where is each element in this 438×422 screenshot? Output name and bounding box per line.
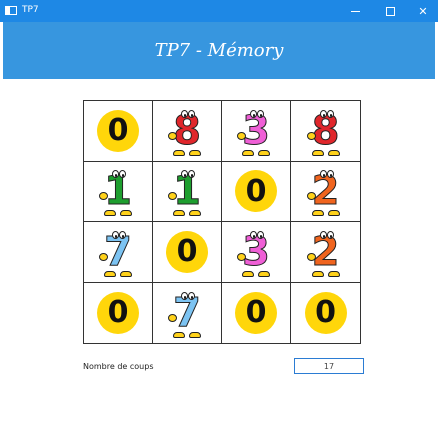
hand-icon [168, 313, 177, 322]
left-eye-icon [112, 230, 119, 239]
left-foot-icon [242, 270, 254, 277]
right-foot-icon [258, 270, 270, 277]
right-foot-icon [120, 270, 132, 277]
right-foot-icon [189, 210, 201, 217]
card-face-character: 2 [303, 227, 349, 277]
card-back-token: 0 [97, 291, 139, 334]
card-face-character: 1 [164, 166, 210, 217]
right-eye-icon [257, 109, 264, 118]
right-eye-icon [326, 170, 334, 179]
left-foot-icon [173, 210, 185, 217]
memory-card[interactable]: 1 [153, 161, 222, 222]
memory-card[interactable]: 2 [291, 161, 360, 222]
memory-card[interactable]: 7 [84, 222, 153, 283]
hand-icon [237, 131, 246, 140]
right-eye-icon [188, 109, 195, 118]
left-foot-icon [104, 210, 116, 217]
right-foot-icon [327, 210, 340, 217]
close-button[interactable]: ✕ [408, 0, 438, 22]
hand-icon [306, 131, 316, 140]
maximize-icon [385, 6, 395, 16]
minimize-icon [350, 10, 360, 12]
memory-card[interactable]: 8 [291, 101, 360, 162]
left-foot-icon [173, 149, 185, 156]
left-eye-icon [181, 291, 188, 300]
right-foot-icon [189, 149, 201, 156]
left-eye-icon [319, 230, 327, 239]
left-foot-icon [104, 270, 116, 277]
memory-card[interactable]: 1 [84, 161, 153, 222]
right-eye-icon [326, 109, 334, 118]
page-title: TP7 - Mémory [154, 40, 284, 61]
right-eye-icon [119, 230, 126, 239]
title-bar: TP7 ✕ [0, 0, 438, 22]
left-eye-icon [181, 109, 188, 118]
left-foot-icon [242, 149, 254, 156]
app-window-icon [5, 6, 17, 15]
right-foot-icon [258, 149, 270, 156]
app-header: TP7 - Mémory [3, 22, 435, 79]
left-eye-icon [250, 109, 257, 118]
memory-card[interactable]: 0 [84, 101, 153, 162]
memory-card[interactable]: 0 [84, 282, 153, 343]
right-eye-icon [326, 230, 334, 239]
window-title: TP7 [22, 5, 39, 15]
memory-card[interactable]: 0 [222, 161, 291, 222]
right-eye-icon [188, 291, 195, 300]
memory-card[interactable]: 7 [153, 282, 222, 343]
memory-board: 0838110270320700 [83, 100, 361, 344]
right-foot-icon [120, 210, 132, 217]
memory-card[interactable]: 2 [291, 222, 360, 283]
hand-icon [168, 131, 177, 140]
card-back-token: 0 [166, 230, 208, 273]
card-back-token: 0 [97, 109, 139, 152]
memory-card[interactable]: 8 [153, 101, 222, 162]
right-foot-icon [327, 149, 340, 156]
left-foot-icon [311, 270, 324, 277]
card-face-character: 1 [95, 166, 141, 217]
memory-card[interactable]: 3 [222, 101, 291, 162]
card-back-token: 0 [304, 291, 347, 334]
right-eye-icon [257, 230, 264, 239]
memory-card[interactable]: 0 [222, 282, 291, 343]
right-foot-icon [327, 270, 340, 277]
hand-icon [237, 252, 246, 261]
moves-count-field: 17 [294, 358, 364, 374]
left-foot-icon [311, 149, 324, 156]
card-face-character: 8 [164, 106, 210, 156]
left-eye-icon [319, 170, 327, 179]
left-eye-icon [250, 230, 257, 239]
card-face-character: 8 [303, 106, 349, 156]
hand-icon [99, 252, 108, 261]
close-icon: ✕ [418, 4, 428, 18]
hand-icon [306, 252, 316, 261]
card-face-character: 7 [164, 288, 210, 338]
card-back-token: 0 [235, 170, 277, 213]
memory-card[interactable]: 3 [222, 222, 291, 283]
left-eye-icon [319, 109, 327, 118]
card-face-character: 3 [233, 106, 279, 156]
maximize-button[interactable] [375, 0, 405, 22]
left-foot-icon [311, 210, 324, 217]
minimize-button[interactable] [340, 0, 370, 22]
hand-icon [306, 192, 316, 201]
card-face-character: 7 [95, 227, 141, 277]
right-foot-icon [189, 331, 201, 338]
moves-count-label: Nombre de coups [83, 362, 154, 371]
left-foot-icon [173, 331, 185, 338]
card-face-character: 2 [303, 166, 349, 217]
card-back-token: 0 [235, 291, 277, 334]
memory-card[interactable]: 0 [291, 282, 360, 343]
memory-card[interactable]: 0 [153, 222, 222, 283]
card-face-character: 3 [233, 227, 279, 277]
